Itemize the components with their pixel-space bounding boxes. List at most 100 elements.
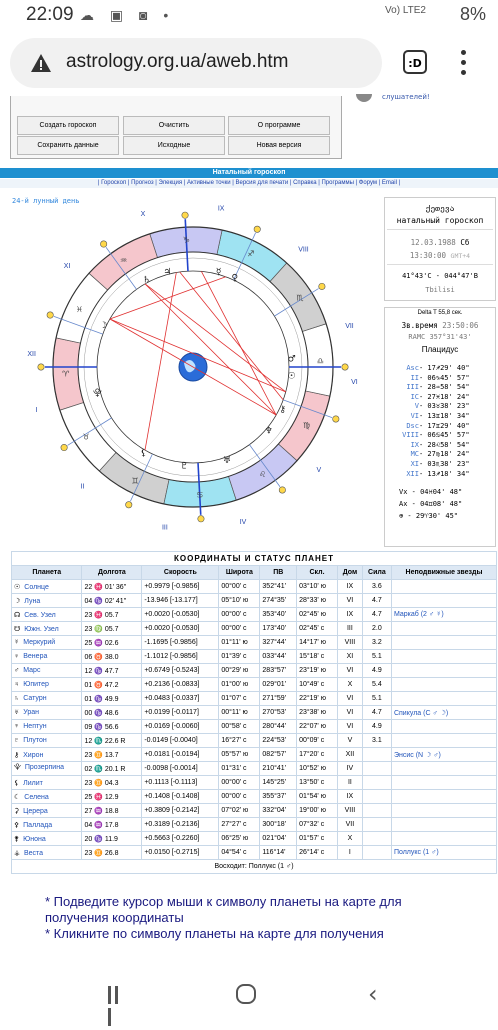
planet-name[interactable]: Луна xyxy=(24,598,40,605)
planet-cell[interactable]: ⚴ Паллада xyxy=(10,817,83,832)
planet-name[interactable]: Южн. Узел xyxy=(24,626,58,633)
warning-icon xyxy=(31,54,51,72)
listeners-link[interactable]: слушателей! xyxy=(382,93,430,101)
new-version-button[interactable]: Новая версия xyxy=(228,136,330,155)
cusp-marker[interactable] xyxy=(46,311,54,319)
fixed-star[interactable]: Маркаб (2 ♂ ☿) xyxy=(390,607,498,622)
cusp-marker[interactable] xyxy=(100,240,108,248)
planet-glyph-icon[interactable]: ♆ xyxy=(265,427,273,437)
natal-chart-wheel[interactable]: IIIIIIIVVVIVIIVIIIIXXXIXII♄♃ ☿♀♂☉⚷♆♅♇⚸☽⯓♈… xyxy=(5,192,377,542)
planet-name[interactable]: Плутон xyxy=(23,737,47,744)
planet-glyph-icon[interactable]: ♃ xyxy=(163,267,171,277)
planet-name[interactable]: Лилит xyxy=(23,780,43,787)
zodiac-sign-icon: ♊ xyxy=(132,477,139,486)
planet-glyph-icon[interactable]: ♂ xyxy=(288,354,296,364)
source-button[interactable]: Исходные xyxy=(123,136,225,155)
planet-name[interactable]: Солнце xyxy=(24,584,49,591)
planet-glyph-icon[interactable]: ♇ xyxy=(180,462,188,472)
planet-glyph-icon[interactable]: ⚸ xyxy=(140,449,147,459)
planet-name[interactable]: Церера xyxy=(23,808,48,815)
planet-name[interactable]: Марс xyxy=(23,667,40,674)
planet-cell[interactable]: ☉ Солнце xyxy=(10,579,83,594)
planet-name[interactable]: Веста xyxy=(24,850,43,857)
cusp-marker[interactable] xyxy=(60,444,68,452)
table-row: ⚵ Юнона 20 ♑ 11.9 +0.5663 [-0.2260] 06°25' ю… xyxy=(10,831,498,846)
latitude: 06°25' ю xyxy=(218,831,261,846)
planet-cell[interactable]: ⯓ Прозерпина xyxy=(10,761,83,776)
planet-cell[interactable]: ♅ Уран xyxy=(10,705,83,720)
planet-name[interactable]: Юнона xyxy=(23,836,46,843)
fixed-star[interactable]: Поллукс (1 ♂) xyxy=(390,845,498,860)
planet-glyph-icon[interactable]: ♅ xyxy=(223,456,231,466)
home-button[interactable] xyxy=(236,984,256,1004)
zodiac-sign-icon: ♍ xyxy=(303,421,310,430)
cusp-marker[interactable] xyxy=(181,211,189,219)
planet-glyph-icon[interactable]: ☿ xyxy=(216,267,222,277)
cusp-marker[interactable] xyxy=(125,501,133,509)
planet-name[interactable]: Хирон xyxy=(23,752,43,759)
cusp-marker[interactable] xyxy=(318,282,326,290)
fixed-star[interactable]: Спикула (С ♂ ☽) xyxy=(390,705,498,720)
planet-glyph-icon[interactable]: ♄ xyxy=(142,276,150,286)
cusp-row: XII- 13♐18' 34" xyxy=(393,469,469,478)
planet-cell[interactable]: ♂ Марс xyxy=(10,663,83,678)
planet-glyph-icon[interactable]: ⯓ xyxy=(93,388,102,399)
planet-glyph-icon[interactable]: ☉ xyxy=(288,372,296,382)
strength xyxy=(361,831,392,846)
cusp-marker[interactable] xyxy=(332,415,340,423)
cusp-label: III xyxy=(406,383,419,392)
planet-cell[interactable]: ☽ Луна xyxy=(10,593,83,608)
back-button[interactable]: ‹ xyxy=(368,982,378,1006)
tab-switcher-button[interactable]: :D xyxy=(403,50,427,74)
cusp-marker[interactable] xyxy=(197,515,205,523)
planet-name[interactable]: Селена xyxy=(24,794,48,801)
planet-cell[interactable]: ☋ Южн. Узел xyxy=(10,621,83,636)
cusp-marker[interactable] xyxy=(278,486,286,494)
planet-cell[interactable]: ♄ Сатурн xyxy=(10,691,83,706)
right-ascension: 283°57' xyxy=(259,663,298,678)
clear-button[interactable]: Очистить xyxy=(123,116,225,135)
planet-cell[interactable]: ⚷ Хирон xyxy=(10,747,83,762)
cusp-label: XII xyxy=(406,469,419,478)
planet-glyph-icon[interactable]: ☽ xyxy=(99,321,107,331)
ramc: RAMC 357°31'43' xyxy=(408,333,472,341)
planet-name[interactable]: Нептун xyxy=(23,723,46,730)
planet-name[interactable]: Уран xyxy=(23,709,39,716)
house: IX xyxy=(336,579,363,594)
planet-name[interactable]: Сатурн xyxy=(23,695,46,702)
create-horoscope-button[interactable]: Создать гороскоп xyxy=(17,116,119,135)
planet-name[interactable]: Меркурий xyxy=(23,639,55,646)
site-menu[interactable]: | Гороскоп | Прогноз | Элекция | Активны… xyxy=(0,179,498,188)
planet-cell[interactable]: ♀ Венера xyxy=(10,649,83,664)
planet-cell[interactable]: ♃ Юпитер xyxy=(10,677,83,692)
planet-name[interactable]: Юпитер xyxy=(23,681,49,688)
cusp-marker[interactable] xyxy=(341,363,349,371)
planet-name[interactable]: Паллада xyxy=(23,822,52,829)
recent-apps-button[interactable] xyxy=(108,986,128,1026)
planet-cell[interactable]: ☊ Сев. Узел xyxy=(10,607,83,622)
speed: +0.5663 [-0.2260] xyxy=(141,831,220,846)
planet-glyph-icon[interactable]: ⚷ xyxy=(279,405,286,415)
save-data-button[interactable]: Сохранить данные xyxy=(17,136,119,155)
about-button[interactable]: О программе xyxy=(228,116,330,135)
cusp-marker[interactable] xyxy=(253,225,261,233)
fixed-star[interactable]: Энсис (N ☽ ♂) xyxy=(390,747,498,762)
longitude: 25 ♓ 12.9 xyxy=(81,789,143,804)
latitude: 01°00' ю xyxy=(218,677,261,692)
planet-cell[interactable]: ☾ Селена xyxy=(10,789,83,804)
planet-cell[interactable]: ♆ Нептун xyxy=(10,719,83,734)
planet-name[interactable]: Прозерпина xyxy=(25,764,64,771)
planet-cell[interactable]: ⚳ Церера xyxy=(10,803,83,818)
planet-cell[interactable]: ☿ Меркурий xyxy=(10,635,83,650)
planet-cell[interactable]: ⚵ Юнона xyxy=(10,831,83,846)
planet-cell[interactable]: ♇ Плутон xyxy=(10,733,83,748)
planet-name[interactable]: Венера xyxy=(23,653,47,660)
browser-menu-icon[interactable] xyxy=(458,48,468,78)
planet-glyph-icon[interactable]: ♀ xyxy=(232,273,239,283)
planet-cell[interactable]: ⚸ Лилит xyxy=(10,775,83,790)
cusp-marker[interactable] xyxy=(37,363,45,371)
planet-cell[interactable]: ⚶ Веста xyxy=(10,845,83,860)
planet-name[interactable]: Сев. Узел xyxy=(24,612,56,619)
declination: 26°14' с xyxy=(296,845,338,860)
address-bar[interactable]: astrology.org.ua/aweb.htm xyxy=(10,38,382,88)
